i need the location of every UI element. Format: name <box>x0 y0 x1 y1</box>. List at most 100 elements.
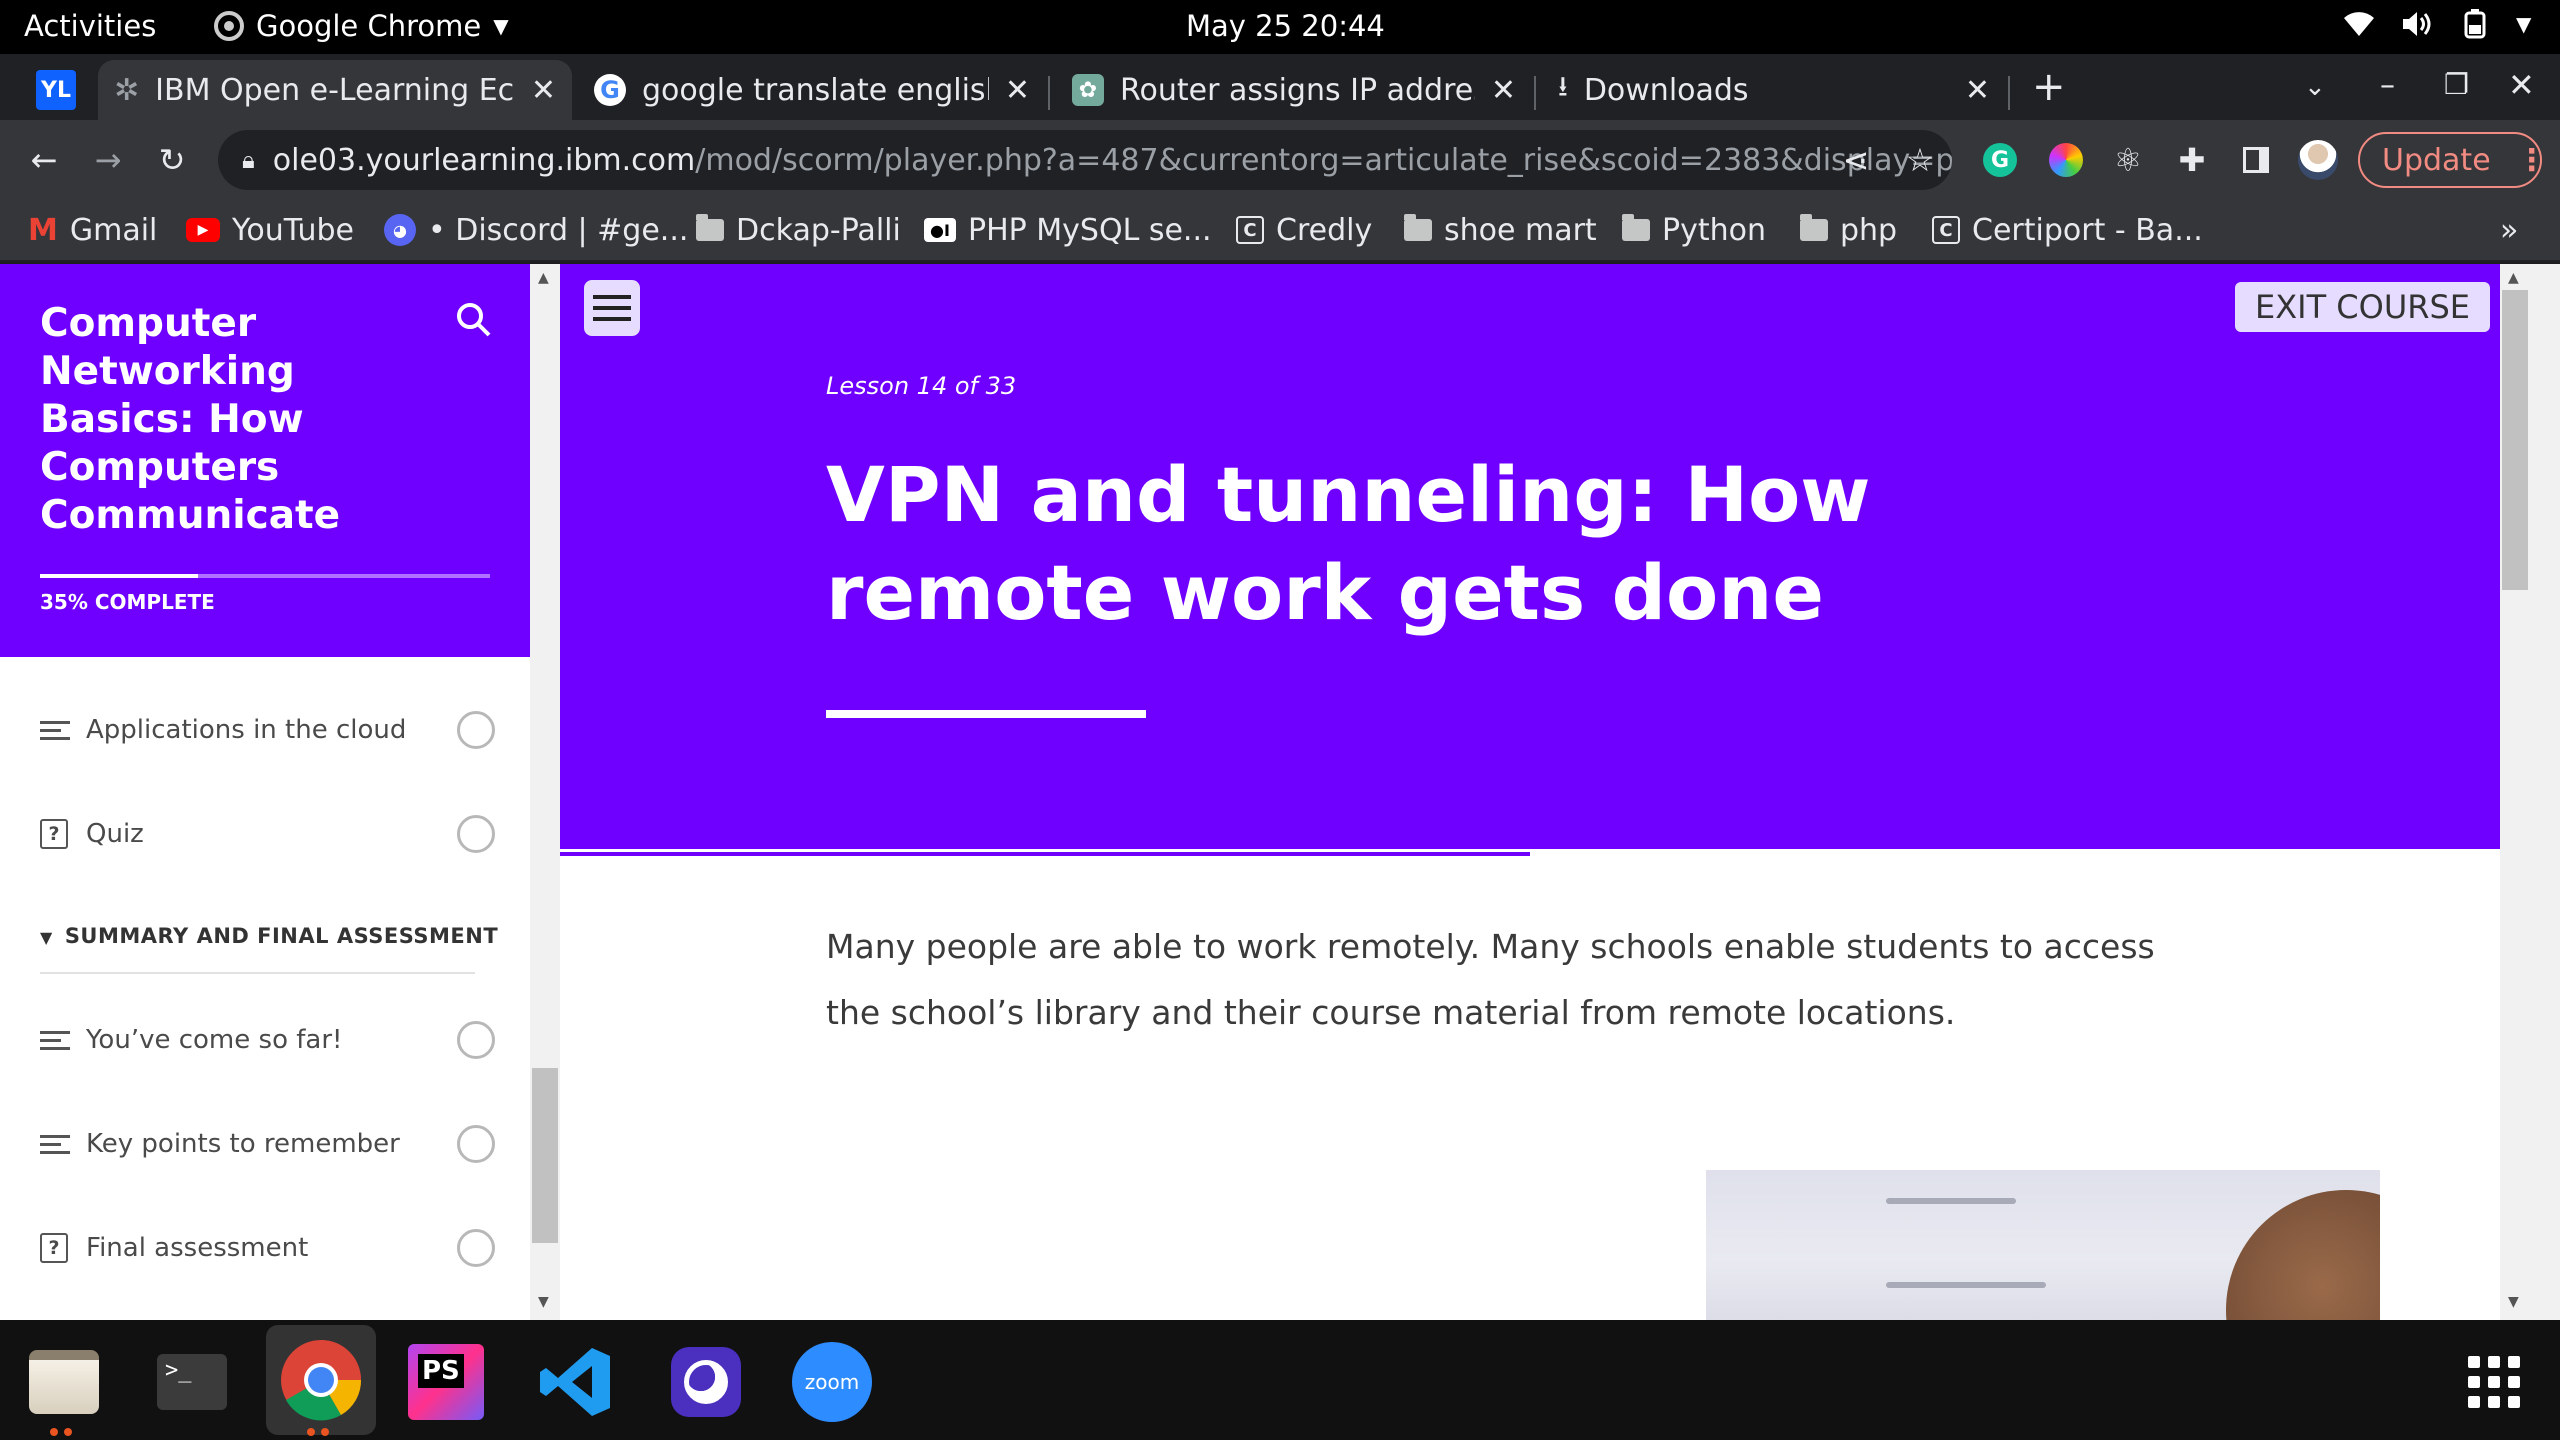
close-window-button[interactable]: ✕ <box>2508 66 2535 104</box>
sidebar-toggle-button[interactable] <box>584 280 640 336</box>
url-host: ole03.yourlearning.ibm.com <box>272 142 696 178</box>
bookmark-gmail[interactable]: M Gmail <box>28 208 157 252</box>
bookmark-php-mysql[interactable]: ●I PHP MySQL se... <box>924 208 1212 252</box>
folder-icon <box>1404 214 1432 241</box>
chevron-down-icon: ▼ <box>493 14 509 38</box>
address-bar[interactable]: 🔒︎ ole03.yourlearning.ibm.com/mod/scorm/… <box>218 130 1952 190</box>
discord-icon: ◕ <box>384 214 416 246</box>
restore-button[interactable]: ❐ <box>2444 68 2469 101</box>
running-indicator <box>307 1428 315 1436</box>
scroll-up-arrow-icon[interactable]: ▲ <box>538 270 549 286</box>
profile-avatar[interactable] <box>2298 140 2338 180</box>
close-icon[interactable]: ✕ <box>1491 73 1516 108</box>
forward-button[interactable]: → <box>88 140 128 180</box>
bookmark-shoe-mart[interactable]: shoe mart <box>1404 208 1597 252</box>
lesson-counter: Lesson 14 of 33 <box>826 372 1017 400</box>
vscode-icon <box>540 1348 610 1416</box>
bookmark-label: Gmail <box>69 212 158 248</box>
lesson-applications-in-the-cloud[interactable]: Applications in the cloud <box>40 700 495 760</box>
show-applications-button[interactable] <box>2452 1340 2536 1424</box>
ibm-bee-icon: ✲ <box>114 72 140 108</box>
new-tab-button[interactable]: + <box>2032 64 2066 110</box>
bookmarks-overflow-icon[interactable]: » <box>2500 208 2518 252</box>
url-path: /mod/scorm/player.php?a=487&currentorg=a… <box>695 142 1952 178</box>
credly-icon: C <box>1236 216 1264 244</box>
yourlearning-tab-icon[interactable]: YL <box>36 70 76 110</box>
section-header[interactable]: ▼ SUMMARY AND FINAL ASSESSMENT <box>40 924 498 948</box>
react-devtools-icon[interactable]: ⚛ <box>2108 140 2148 180</box>
download-icon: ⭳ <box>1558 70 1568 103</box>
bookmark-label: PHP MySQL se... <box>968 212 1212 248</box>
bookmark-credly[interactable]: C Credly <box>1236 208 1372 252</box>
page-scrollbar[interactable]: ▲ ▼ <box>2500 264 2560 1320</box>
search-icon[interactable] <box>454 300 494 340</box>
running-indicator <box>321 1428 329 1436</box>
tab-google-translate[interactable]: G google translate english t ✕ <box>578 60 1046 120</box>
sidebar-scrollbar[interactable]: ▲ ▼ <box>530 264 560 1320</box>
activities-button[interactable]: Activities <box>24 9 156 43</box>
bookmark-label: shoe mart <box>1444 212 1597 248</box>
bookmark-discord[interactable]: ◕ • Discord | #ge... <box>384 208 688 252</box>
quiz-icon: ? <box>40 1233 68 1263</box>
scrollbar-thumb[interactable] <box>532 1068 558 1243</box>
clock[interactable]: May 25 20:44 <box>1186 9 1385 43</box>
color-picker-extension-icon[interactable] <box>2046 140 2086 180</box>
exit-course-button[interactable]: EXIT COURSE <box>2234 282 2490 332</box>
tab-ibm-learning[interactable]: ✲ IBM Open e-Learning Ecos ✕ <box>98 60 572 120</box>
share-icon[interactable]: ⋖ <box>1836 140 1876 180</box>
tab-separator <box>2008 76 2010 110</box>
bookmark-label: Dckap-Palli <box>736 212 901 248</box>
extensions-puzzle-icon[interactable]: ✚ <box>2172 140 2212 180</box>
zoom-app[interactable]: zoom <box>790 1340 874 1424</box>
scroll-down-arrow-icon[interactable]: ▼ <box>2508 1294 2519 1310</box>
scroll-up-arrow-icon[interactable]: ▲ <box>2508 270 2519 286</box>
update-button[interactable]: Update ⋮ <box>2358 132 2547 188</box>
vscode-app[interactable] <box>534 1340 618 1424</box>
chrome-app[interactable] <box>266 1325 376 1435</box>
back-button[interactable]: ← <box>24 140 64 180</box>
tab-router-ip[interactable]: ✿ Router assigns IP address ✕ <box>1056 60 1532 120</box>
close-icon[interactable]: ✕ <box>531 73 556 108</box>
lesson-final-assessment[interactable]: ? Final assessment <box>40 1218 495 1278</box>
lesson-quiz[interactable]: ? Quiz <box>40 804 495 864</box>
screen-recorder-icon <box>671 1347 741 1417</box>
lesson-youve-come-so-far[interactable]: You’ve come so far! <box>40 1010 495 1070</box>
gmail-icon: M <box>28 212 58 248</box>
reload-button[interactable]: ↻ <box>152 140 192 180</box>
scroll-down-arrow-icon[interactable]: ▼ <box>538 1294 549 1310</box>
close-icon[interactable]: ✕ <box>1005 73 1030 108</box>
tab-search-chevron-icon[interactable]: ⌄ <box>2304 72 2326 102</box>
scrollbar-thumb[interactable] <box>2502 290 2528 590</box>
lesson-content: EXIT COURSE Lesson 14 of 33 VPN and tunn… <box>560 264 2500 1320</box>
course-progress-fill <box>40 574 198 578</box>
terminal-app[interactable]: >_ <box>150 1340 234 1424</box>
bookmark-php[interactable]: php <box>1800 208 1897 252</box>
chrome-icon <box>281 1340 362 1421</box>
minimize-button[interactable]: – <box>2380 68 2395 103</box>
running-indicator <box>50 1428 58 1436</box>
side-panel-icon[interactable] <box>2236 140 2276 180</box>
phpstorm-app[interactable]: PS <box>404 1340 488 1424</box>
app-menu[interactable]: Google Chrome ▼ <box>214 9 509 43</box>
course-sidebar: Computer Networking Basics: How Computer… <box>0 264 530 1320</box>
bookmark-youtube[interactable]: ▶ YouTube <box>186 208 354 252</box>
system-tray[interactable]: ▼ <box>2342 9 2531 39</box>
lesson-label: Applications in the cloud <box>86 715 407 745</box>
close-icon[interactable]: ✕ <box>1965 73 1990 108</box>
bookmark-certiport[interactable]: C Certiport - Ba... <box>1932 208 2203 252</box>
bookmark-python[interactable]: Python <box>1622 208 1766 252</box>
wifi-icon <box>2344 12 2374 36</box>
text-lesson-icon <box>40 1030 70 1050</box>
grammarly-icon[interactable]: G <box>1980 140 2020 180</box>
tab-downloads[interactable]: ⭳ Downloads ✕ <box>1542 60 2006 120</box>
bookmark-dckap-palli[interactable]: Dckap-Palli <box>696 208 901 252</box>
chevron-down-icon: ▼ <box>2516 12 2532 36</box>
zoom-icon: zoom <box>792 1342 872 1422</box>
text-lesson-icon <box>40 1134 70 1154</box>
files-app[interactable] <box>22 1340 106 1424</box>
tab-separator <box>1048 76 1050 110</box>
folder-icon <box>1622 214 1650 241</box>
screen-recorder-app[interactable] <box>664 1340 748 1424</box>
bookmark-star-icon[interactable]: ☆ <box>1900 140 1940 180</box>
lesson-key-points[interactable]: Key points to remember <box>40 1114 495 1174</box>
